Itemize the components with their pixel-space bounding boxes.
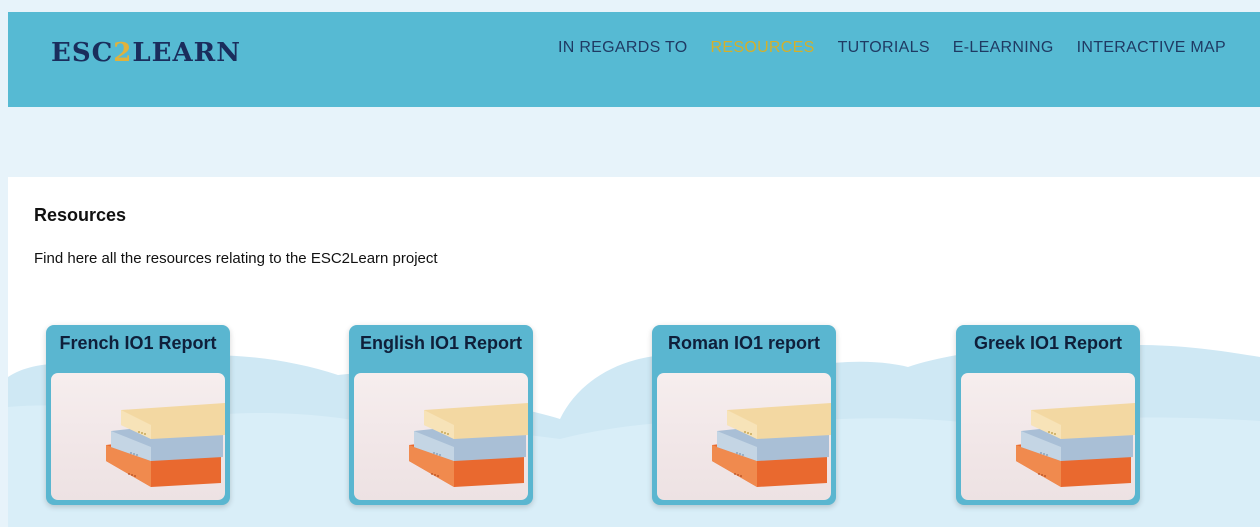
- stack-of-books-image: [354, 373, 528, 500]
- nav-item-tutorials[interactable]: TUTORIALS: [838, 39, 930, 57]
- card-title: French IO1 Report: [59, 333, 217, 353]
- resource-card-english[interactable]: English IO1 Report: [349, 325, 533, 505]
- stack-of-books-image: [51, 373, 225, 500]
- hero-spacer: [8, 107, 1260, 177]
- logo-text-accent: 2: [113, 38, 133, 68]
- resource-card-french[interactable]: French IO1 Report: [46, 325, 230, 505]
- logo-text-esc: ESC: [51, 38, 114, 68]
- nav-item-interactive-map[interactable]: INTERACTIVE MAP: [1077, 39, 1226, 57]
- stack-of-books-image: [657, 373, 831, 500]
- main-nav: IN REGARDS TO RESOURCES TUTORIALS E-LEAR…: [558, 38, 1226, 58]
- books-illustration: [1016, 403, 1135, 487]
- nav-item-resources[interactable]: RESOURCES: [711, 39, 815, 57]
- books-illustration: [409, 403, 528, 487]
- nav-item-e-learning[interactable]: E-LEARNING: [953, 39, 1054, 57]
- resources-section: Resources Find here all the resources re…: [8, 177, 1260, 527]
- card-title: Greek IO1 Report: [973, 333, 1123, 353]
- site-header: ESC2LEARN IN REGARDS TO RESOURCES TUTORI…: [8, 12, 1260, 107]
- page-title: Resources: [34, 205, 127, 225]
- page-description: Find here all the resources relating to …: [34, 250, 438, 267]
- books-illustration: [106, 403, 225, 487]
- nav-item-in-regards-to[interactable]: IN REGARDS TO: [558, 39, 688, 57]
- logo-text-learn: LEARN: [132, 38, 242, 68]
- books-illustration: [712, 403, 831, 487]
- resource-card-greek[interactable]: Greek IO1 Report: [956, 325, 1140, 505]
- site-logo[interactable]: ESC2LEARN: [51, 38, 241, 68]
- card-title: Roman IO1 report: [667, 333, 821, 353]
- card-title: English IO1 Report: [359, 333, 523, 353]
- stack-of-books-image: [961, 373, 1135, 500]
- resource-card-roman[interactable]: Roman IO1 report: [652, 325, 836, 505]
